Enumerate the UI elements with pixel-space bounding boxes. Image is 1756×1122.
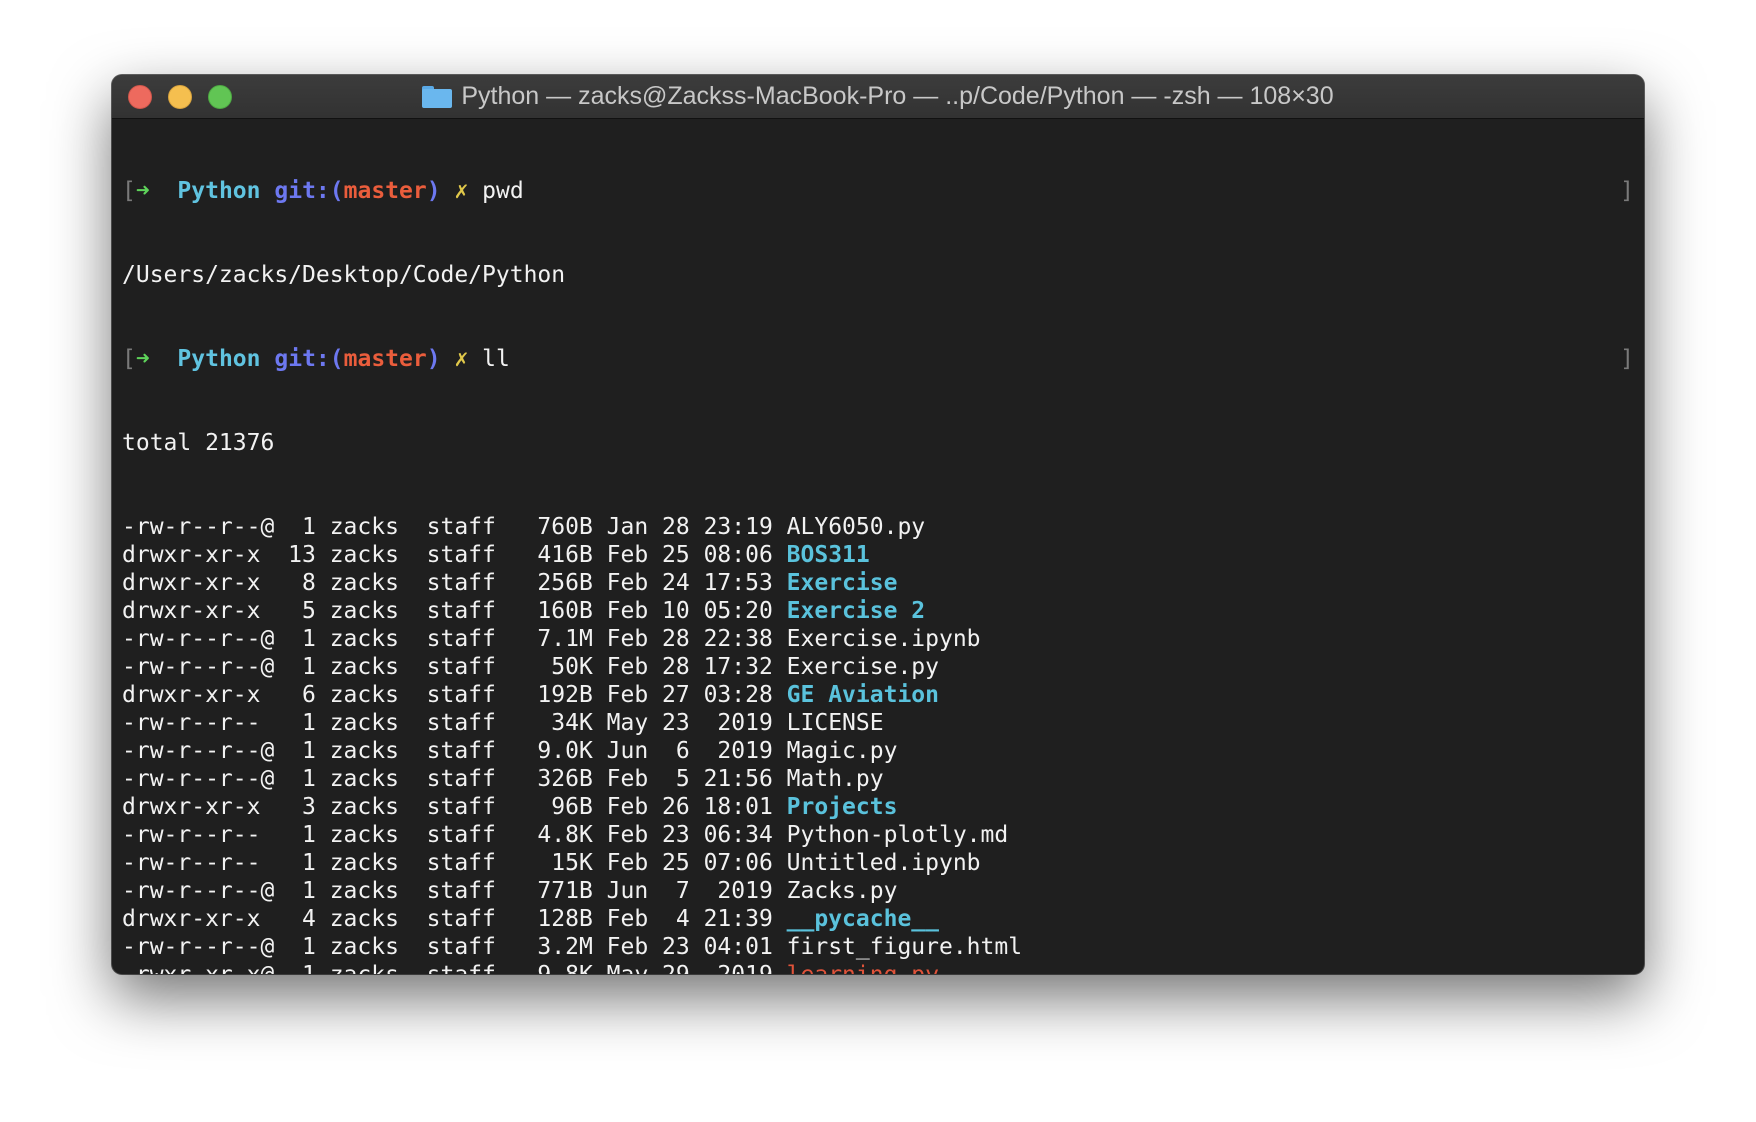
directory-listing: -rw-r--r--@ 1 zacks staff 760B Jan 28 23…: [122, 513, 1634, 974]
directory-name: __pycache__: [786, 906, 939, 932]
line-mark: [: [122, 178, 136, 204]
file-meta: drwxr-xr-x 8 zacks staff 256B Feb 24 17:…: [122, 570, 787, 596]
prompt-arrow: ➜: [135, 178, 150, 204]
file-name: LICENSE: [786, 710, 884, 736]
directory-name: BOS311: [786, 542, 870, 568]
terminal-window[interactable]: Python — zacks@Zackss-MacBook-Pro — ..p/…: [112, 75, 1644, 974]
prompt-git-close: ): [426, 346, 441, 372]
prompt-branch: master: [343, 178, 427, 204]
file-meta: -rw-r--r--@ 1 zacks staff 3.2M Feb 23 04…: [122, 934, 787, 960]
listing-row: drwxr-xr-x 6 zacks staff 192B Feb 27 03:…: [122, 681, 1634, 709]
terminal-output[interactable]: [➜ Python git:(master) ✗ pwd] /Users/zac…: [122, 121, 1634, 974]
listing-row: -rw-r--r-- 1 zacks staff 4.8K Feb 23 06:…: [122, 821, 1634, 849]
file-name: ALY6050.py: [786, 514, 926, 540]
file-meta: -rw-r--r--@ 1 zacks staff 771B Jun 7 201…: [122, 878, 787, 904]
directory-name: Exercise 2: [786, 598, 926, 624]
directory-name: GE Aviation: [786, 682, 939, 708]
command-text: pwd: [482, 178, 524, 204]
listing-row: drwxr-xr-x 13 zacks staff 416B Feb 25 08…: [122, 541, 1634, 569]
file-name: Python-plotly.md: [786, 822, 1009, 848]
listing-row: -rw-r--r--@ 1 zacks staff 326B Feb 5 21:…: [122, 765, 1634, 793]
prompt-directory: Python: [177, 178, 261, 204]
listing-row: drwxr-xr-x 3 zacks staff 96B Feb 26 18:0…: [122, 793, 1634, 821]
title-bar[interactable]: Python — zacks@Zackss-MacBook-Pro — ..p/…: [112, 75, 1644, 119]
prompt-line: [➜ Python git:(master) ✗ ll]: [122, 345, 1634, 373]
file-meta: drwxr-xr-x 3 zacks staff 96B Feb 26 18:0…: [122, 794, 787, 820]
file-meta: drwxr-xr-x 6 zacks staff 192B Feb 27 03:…: [122, 682, 787, 708]
listing-row: -rw-r--r--@ 1 zacks staff 760B Jan 28 23…: [122, 513, 1634, 541]
file-name: Math.py: [786, 766, 884, 792]
file-meta: drwxr-xr-x 13 zacks staff 416B Feb 25 08…: [122, 542, 787, 568]
file-name: first_figure.html: [786, 934, 1023, 960]
directory-name: Projects: [786, 794, 898, 820]
listing-row: -rw-r--r--@ 1 zacks staff 3.2M Feb 23 04…: [122, 933, 1634, 961]
output-line: /Users/zacks/Desktop/Code/Python: [122, 262, 566, 288]
file-meta: -rw-r--r--@ 1 zacks staff 7.1M Feb 28 22…: [122, 626, 787, 652]
file-meta: -rw-r--r-- 1 zacks staff 15K Feb 25 07:0…: [122, 850, 787, 876]
listing-row: drwxr-xr-x 8 zacks staff 256B Feb 24 17:…: [122, 569, 1634, 597]
listing-row: -rw-r--r--@ 1 zacks staff 771B Jun 7 201…: [122, 877, 1634, 905]
directory-name: Exercise: [786, 570, 898, 596]
listing-row: -rw-r--r--@ 1 zacks staff 7.1M Feb 28 22…: [122, 625, 1634, 653]
prompt-git-label: git:(: [274, 346, 344, 372]
line-mark-end: ]: [1620, 178, 1634, 204]
listing-row: -rw-r--r-- 1 zacks staff 15K Feb 25 07:0…: [122, 849, 1634, 877]
file-name: Exercise.py: [786, 654, 939, 680]
prompt-dirty-mark: ✗: [454, 346, 469, 372]
listing-row: -rw-r--r--@ 1 zacks staff 50K Feb 28 17:…: [122, 653, 1634, 681]
prompt-arrow: ➜: [135, 346, 150, 372]
command-text: ll: [482, 346, 510, 372]
file-meta: -rw-r--r--@ 1 zacks staff 9.0K Jun 6 201…: [122, 738, 787, 764]
prompt-directory: Python: [177, 346, 261, 372]
file-meta: -rw-r--r--@ 1 zacks staff 326B Feb 5 21:…: [122, 766, 787, 792]
line-mark: [: [122, 346, 136, 372]
listing-row: -rw-r--r--@ 1 zacks staff 9.0K Jun 6 201…: [122, 737, 1634, 765]
output-line: total 21376: [122, 430, 275, 456]
prompt-git-close: ): [426, 178, 441, 204]
file-name: Untitled.ipynb: [786, 850, 981, 876]
file-meta: -rw-r--r-- 1 zacks staff 34K May 23 2019: [122, 710, 787, 736]
listing-row: drwxr-xr-x 4 zacks staff 128B Feb 4 21:3…: [122, 905, 1634, 933]
window-title: Python — zacks@Zackss-MacBook-Pro — ..p/…: [112, 75, 1644, 118]
file-name: Magic.py: [786, 738, 898, 764]
file-meta: -rw-r--r--@ 1 zacks staff 50K Feb 28 17:…: [122, 654, 787, 680]
folder-icon: [422, 85, 453, 108]
file-meta: -rw-r--r--@ 1 zacks staff 760B Jan 28 23…: [122, 514, 787, 540]
line-mark-end: ]: [1620, 346, 1634, 372]
file-meta: -rw-r--r-- 1 zacks staff 4.8K Feb 23 06:…: [122, 822, 787, 848]
listing-row: -rw-r--r-- 1 zacks staff 34K May 23 2019…: [122, 709, 1634, 737]
file-name: Zacks.py: [786, 878, 898, 904]
listing-row: -rwxr-xr-x@ 1 zacks staff 9.8K May 29 20…: [122, 961, 1634, 974]
prompt-line: [➜ Python git:(master) ✗ pwd]: [122, 177, 1634, 205]
prompt-branch: master: [343, 346, 427, 372]
prompt-git-label: git:(: [274, 178, 344, 204]
file-meta: drwxr-xr-x 4 zacks staff 128B Feb 4 21:3…: [122, 906, 787, 932]
file-name: Exercise.ipynb: [786, 626, 981, 652]
executable-name: learning.py: [787, 962, 939, 974]
prompt-dirty-mark: ✗: [454, 178, 469, 204]
listing-row: drwxr-xr-x 5 zacks staff 160B Feb 10 05:…: [122, 597, 1634, 625]
file-meta: -rwxr-xr-x@ 1 zacks staff 9.8K May 29 20…: [122, 962, 787, 974]
window-title-text: Python — zacks@Zackss-MacBook-Pro — ..p/…: [461, 82, 1334, 110]
file-meta: drwxr-xr-x 5 zacks staff 160B Feb 10 05:…: [122, 598, 787, 624]
